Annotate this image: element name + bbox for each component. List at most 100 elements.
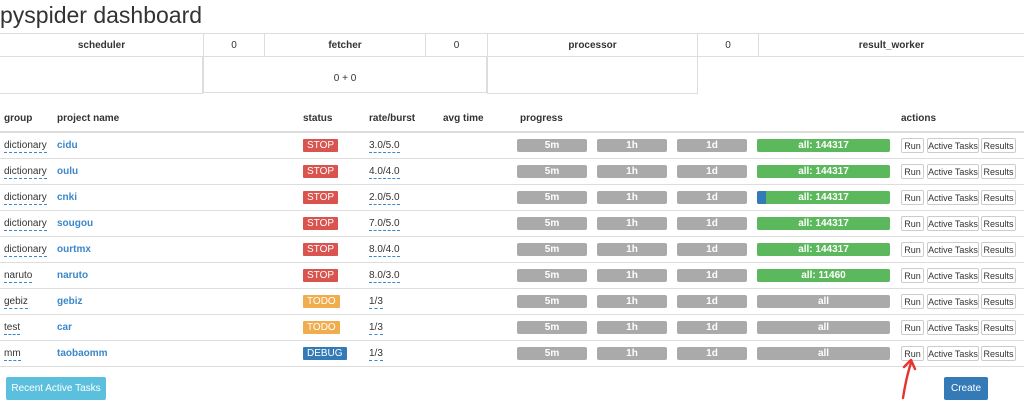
project-name-link[interactable]: car [57,322,72,334]
progress-all-label: all: 11460 [801,270,846,281]
progress-5m-bar: 5m [517,165,587,178]
results-button[interactable]: Results [981,346,1016,361]
progress-5m-label: 5m [544,244,560,255]
progress-all-label: all [817,296,830,307]
results-button[interactable]: Results [981,216,1016,231]
active-tasks-button[interactable]: Active Tasks [927,320,979,335]
project-name-link[interactable]: oulu [57,166,78,178]
progress-5m-label: 5m [544,192,560,203]
progress-1d-label: 1d [706,218,718,229]
run-button[interactable]: Run [901,268,924,283]
project-row: naruto naruto STOP 8.0/3.0 5m 1h 1d all: 11460 R… [0,263,1024,289]
run-button[interactable]: Run [901,242,924,257]
active-tasks-button[interactable]: Active Tasks [927,346,979,361]
project-status-badge[interactable]: TODO [303,295,340,308]
progress-1d-label: 1d [706,166,718,177]
active-tasks-button[interactable]: Active Tasks [927,294,979,309]
scheduler-fetcher-queue-count: 0 [203,33,264,57]
project-name-link[interactable]: cidu [57,140,78,152]
project-rate-burst[interactable]: 1/3 [369,296,383,309]
progress-1d-bar: 1d [677,139,747,152]
project-name-link[interactable]: sougou [57,218,93,230]
recent-active-tasks-button[interactable]: Recent Active Tasks [6,377,106,400]
progress-5m-label: 5m [544,166,560,177]
project-group[interactable]: dictionary [4,166,47,179]
results-button[interactable]: Results [981,164,1016,179]
project-name-link[interactable]: taobaomm [57,348,108,360]
progress-5m-bar: 5m [517,243,587,256]
project-rate-burst[interactable]: 7.0/5.0 [369,218,400,231]
progress-all-bar: all: 144317 [757,217,890,230]
project-row: test car TODO 1/3 5m 1h 1d all Run Active Tasks Re… [0,315,1024,341]
page-title: pyspider dashboard [0,2,203,28]
progress-1h-bar: 1h [597,269,667,282]
project-rate-burst[interactable]: 1/3 [369,348,383,361]
run-button[interactable]: Run [901,294,924,309]
project-group[interactable]: dictionary [4,192,47,205]
results-button[interactable]: Results [981,294,1016,309]
header-avg-time: avg time [443,113,484,124]
project-rate-burst[interactable]: 2.0/5.0 [369,192,400,205]
progress-1d-label: 1d [706,140,718,151]
run-button[interactable]: Run [901,320,924,335]
active-tasks-button[interactable]: Active Tasks [927,164,979,179]
project-status-badge[interactable]: STOP [303,243,339,256]
project-status-badge[interactable]: STOP [303,269,339,282]
results-button[interactable]: Results [981,268,1016,283]
progress-1h-bar: 1h [597,217,667,230]
progress-all-bar: all [757,295,890,308]
create-project-button[interactable]: Create [944,377,988,400]
results-button[interactable]: Results [981,320,1016,335]
active-tasks-button[interactable]: Active Tasks [927,268,979,283]
project-rate-burst[interactable]: 8.0/4.0 [369,244,400,257]
project-rate-burst[interactable]: 4.0/4.0 [369,166,400,179]
progress-all-label: all: 144317 [798,218,849,229]
progress-1d-label: 1d [706,296,718,307]
active-tasks-button[interactable]: Active Tasks [927,190,979,205]
progress-5m-bar: 5m [517,295,587,308]
project-name-link[interactable]: ourtmx [57,244,91,256]
project-group[interactable]: dictionary [4,218,47,231]
project-name-link[interactable]: cnki [57,192,77,204]
progress-all-label: all: 144317 [798,166,849,177]
run-button[interactable]: Run [901,164,924,179]
project-status-badge[interactable]: STOP [303,191,339,204]
project-status-badge[interactable]: STOP [303,165,339,178]
progress-1d-label: 1d [706,348,718,359]
run-button[interactable]: Run [901,216,924,231]
run-button[interactable]: Run [901,138,924,153]
project-rate-burst[interactable]: 8.0/3.0 [369,270,400,283]
project-group[interactable]: naruto [4,270,33,283]
project-name-link[interactable]: naruto [57,270,88,282]
project-status-badge[interactable]: STOP [303,217,339,230]
results-button[interactable]: Results [981,190,1016,205]
project-name-link[interactable]: gebiz [57,296,83,308]
results-button[interactable]: Results [981,242,1016,257]
progress-1d-bar: 1d [677,321,747,334]
scheduler-label: scheduler [0,33,203,57]
project-status-badge[interactable]: DEBUG [303,347,347,360]
progress-5m-label: 5m [544,140,560,151]
active-tasks-button[interactable]: Active Tasks [927,216,979,231]
run-button[interactable]: Run [901,190,924,205]
project-group[interactable]: gebiz [4,296,28,309]
processor-result-queue-count: 0 [697,33,758,57]
progress-1h-bar: 1h [597,347,667,360]
progress-1d-label: 1d [706,244,718,255]
project-group[interactable]: dictionary [4,140,47,153]
project-group[interactable]: dictionary [4,244,47,257]
active-tasks-button[interactable]: Active Tasks [927,138,979,153]
project-rate-burst[interactable]: 3.0/5.0 [369,140,400,153]
project-group[interactable]: mm [4,348,21,361]
project-status-badge[interactable]: TODO [303,321,340,334]
progress-1h-label: 1h [626,192,638,203]
project-group[interactable]: test [4,322,21,335]
progress-1h-bar: 1h [597,139,667,152]
project-rate-burst[interactable]: 1/3 [369,322,383,335]
active-tasks-button[interactable]: Active Tasks [927,242,979,257]
results-button[interactable]: Results [981,138,1016,153]
progress-all-label: all: 144317 [798,244,849,255]
progress-1d-label: 1d [706,270,718,281]
header-group: group [4,113,33,124]
project-status-badge[interactable]: STOP [303,139,339,152]
